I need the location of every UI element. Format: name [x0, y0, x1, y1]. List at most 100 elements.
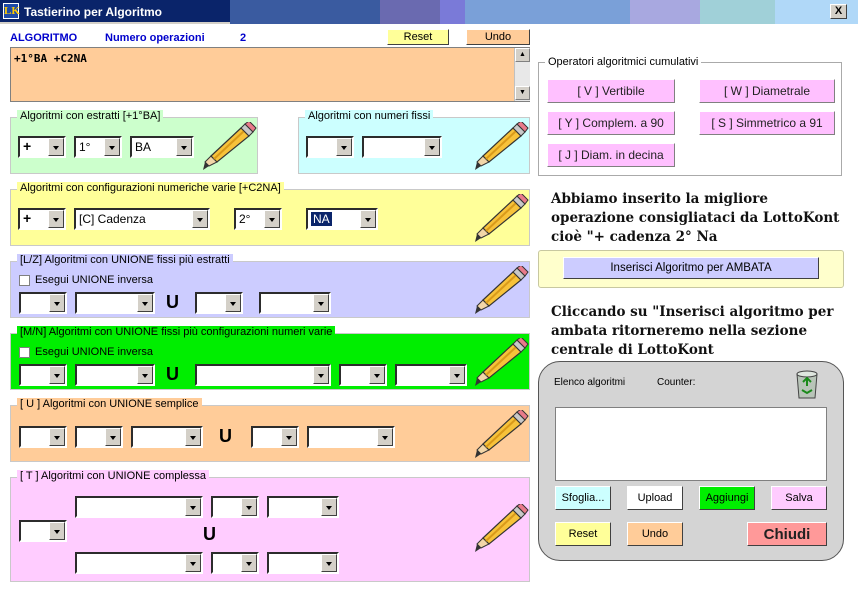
t-select-top-3[interactable]	[267, 496, 339, 518]
t-select-bottom-2[interactable]	[211, 552, 259, 574]
expression-textarea[interactable]: +1°BA +C2NA ▲ ▼	[10, 47, 530, 102]
estratti-wheel-select[interactable]: BA	[130, 136, 194, 158]
chevron-down-icon[interactable]	[241, 554, 257, 572]
pencil-icon[interactable]	[471, 502, 529, 554]
mn-select-3[interactable]	[195, 364, 331, 386]
t-select-top-2[interactable]	[211, 496, 259, 518]
chevron-down-icon[interactable]	[48, 210, 64, 228]
t-select-bottom-3[interactable]	[267, 552, 339, 574]
estratti-sign-select[interactable]: +	[18, 136, 66, 158]
op-vertibile-button[interactable]: [ V ] Vertibile	[547, 79, 675, 103]
chevron-down-icon[interactable]	[185, 498, 201, 516]
scroll-up-icon[interactable]: ▲	[515, 48, 530, 62]
chevron-down-icon[interactable]	[137, 366, 153, 384]
chevron-down-icon[interactable]	[321, 554, 337, 572]
u-select-1[interactable]	[19, 426, 67, 448]
chevron-down-icon[interactable]	[49, 522, 65, 540]
pencil-icon[interactable]	[471, 120, 529, 172]
pencil-icon[interactable]	[471, 336, 529, 388]
mn-select-5[interactable]	[395, 364, 467, 386]
header-undo-button[interactable]: Undo	[466, 29, 530, 45]
mn-select-1[interactable]	[19, 364, 67, 386]
op-diam-decina-button[interactable]: [ J ] Diam. in decina	[547, 143, 675, 167]
panel-lz: [L/Z] Algoritmi con UNIONE fissi più est…	[10, 254, 530, 318]
config-wheel-select[interactable]: NA	[306, 208, 378, 230]
close-button[interactable]: X	[830, 4, 847, 19]
chevron-down-icon[interactable]	[185, 554, 201, 572]
t-select-left[interactable]	[19, 520, 67, 542]
operators-panel: Operatori algoritmici cumulativi [ V ] V…	[538, 56, 842, 176]
u-select-4[interactable]	[251, 426, 299, 448]
panel-t-title: [ T ] Algoritmi con UNIONE complessa	[17, 470, 210, 482]
list-reset-button[interactable]: Reset	[555, 522, 611, 546]
chevron-down-icon[interactable]	[281, 428, 297, 446]
config-sign-select[interactable]: +	[18, 208, 66, 230]
chevron-down-icon[interactable]	[104, 138, 120, 156]
sfoglia-button[interactable]: Sfoglia...	[555, 486, 611, 510]
chevron-down-icon[interactable]	[424, 138, 440, 156]
scroll-down-icon[interactable]: ▼	[515, 86, 530, 100]
mn-select-2[interactable]	[75, 364, 155, 386]
lz-select-3[interactable]	[195, 292, 243, 314]
u-select-3[interactable]	[131, 426, 203, 448]
chevron-down-icon[interactable]	[49, 428, 65, 446]
t-union-symbol: U	[203, 524, 216, 544]
lz-select-4[interactable]	[259, 292, 331, 314]
lz-select-1[interactable]	[19, 292, 67, 314]
chevron-down-icon[interactable]	[241, 498, 257, 516]
salva-button[interactable]: Salva	[771, 486, 827, 510]
aggiungi-button[interactable]: Aggiungi	[699, 486, 755, 510]
t-select-bottom-1[interactable]	[75, 552, 203, 574]
list-undo-button[interactable]: Undo	[627, 522, 683, 546]
u-select-2[interactable]	[75, 426, 123, 448]
pencil-icon[interactable]	[471, 192, 529, 244]
chevron-down-icon[interactable]	[105, 428, 121, 446]
config-pos-select[interactable]: 2°	[234, 208, 282, 230]
chevron-down-icon[interactable]	[48, 138, 64, 156]
pencil-icon[interactable]	[199, 120, 257, 172]
fissi-a-select[interactable]	[306, 136, 354, 158]
config-type-value: [C] Cadenza	[79, 212, 146, 226]
expression-scrollbar[interactable]: ▲ ▼	[514, 48, 530, 101]
chevron-down-icon[interactable]	[313, 294, 329, 312]
upload-button[interactable]: Upload	[627, 486, 683, 510]
titlebar-gradient-seg	[700, 0, 775, 24]
chevron-down-icon[interactable]	[313, 366, 329, 384]
titlebar-gradient-seg	[440, 0, 465, 24]
chevron-down-icon[interactable]	[264, 210, 280, 228]
chevron-down-icon[interactable]	[49, 294, 65, 312]
u-select-5[interactable]	[307, 426, 395, 448]
op-simmetrico-button[interactable]: [ S ] Simmetrico a 91	[699, 111, 835, 135]
t-select-top-1[interactable]	[75, 496, 203, 518]
op-diametrale-button[interactable]: [ W ] Diametrale	[699, 79, 835, 103]
annotation-message-1: Abbiamo inserito la migliore operazione …	[551, 191, 840, 245]
chevron-down-icon[interactable]	[449, 366, 465, 384]
chevron-down-icon[interactable]	[185, 428, 201, 446]
chevron-down-icon[interactable]	[377, 428, 393, 446]
config-type-select[interactable]: [C] Cadenza	[74, 208, 210, 230]
mn-inverse-checkbox[interactable]	[19, 347, 30, 358]
insert-algorithm-button[interactable]: Inserisci Algoritmo per AMBATA	[563, 257, 819, 279]
estratti-sign-value: +	[23, 138, 32, 154]
header-reset-button[interactable]: Reset	[387, 29, 449, 45]
chevron-down-icon[interactable]	[336, 138, 352, 156]
mn-select-4[interactable]	[339, 364, 387, 386]
chevron-down-icon[interactable]	[369, 366, 385, 384]
lz-inverse-checkbox[interactable]	[19, 275, 30, 286]
algorithm-list-box[interactable]	[555, 407, 827, 481]
chevron-down-icon[interactable]	[137, 294, 153, 312]
chevron-down-icon[interactable]	[225, 294, 241, 312]
estratti-pos-select[interactable]: 1°	[74, 136, 122, 158]
chevron-down-icon[interactable]	[192, 210, 208, 228]
chevron-down-icon[interactable]	[176, 138, 192, 156]
recycle-bin-icon[interactable]	[791, 366, 823, 400]
chevron-down-icon[interactable]	[360, 210, 376, 228]
op-complem-button[interactable]: [ Y ] Complem. a 90	[547, 111, 675, 135]
chiudi-button[interactable]: Chiudi	[747, 522, 827, 546]
lz-select-2[interactable]	[75, 292, 155, 314]
chevron-down-icon[interactable]	[321, 498, 337, 516]
chevron-down-icon[interactable]	[49, 366, 65, 384]
pencil-icon[interactable]	[471, 264, 529, 316]
fissi-b-select[interactable]	[362, 136, 442, 158]
pencil-icon[interactable]	[471, 408, 529, 460]
